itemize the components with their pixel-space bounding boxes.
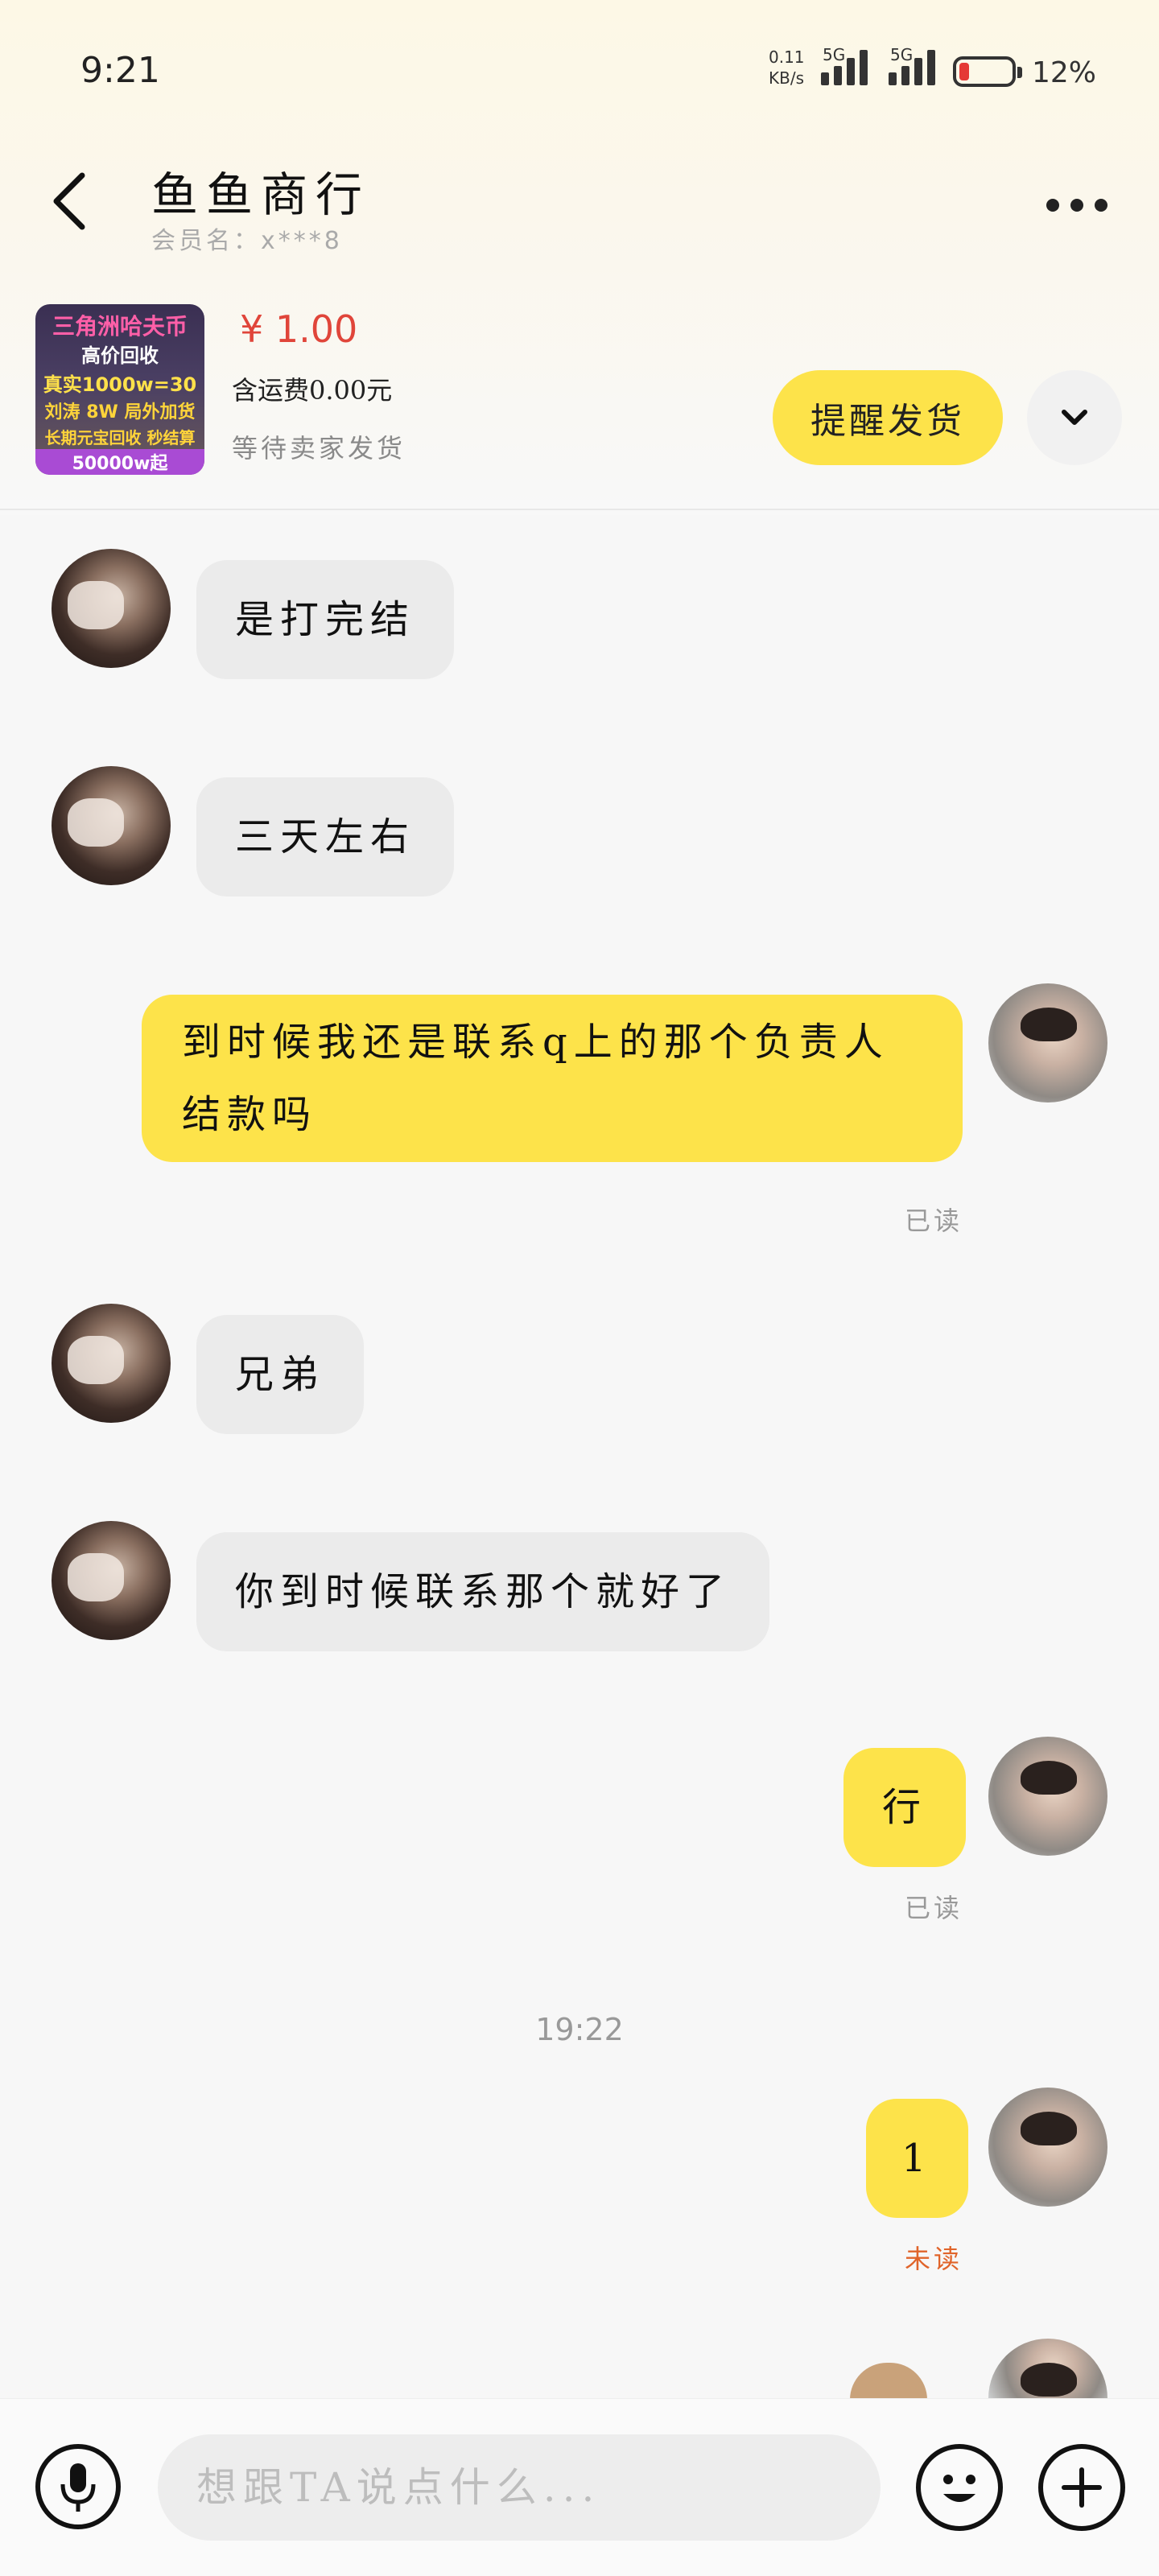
message-timestamp: 19:22 xyxy=(535,2012,624,2047)
thumb-line: 真实1000w=30 xyxy=(43,373,197,396)
my-avatar[interactable] xyxy=(988,2088,1107,2207)
signal-icon-2: 5G xyxy=(889,45,935,85)
plus-icon xyxy=(1062,2467,1102,2508)
voice-input-button[interactable] xyxy=(35,2444,121,2529)
message-bubble-outgoing[interactable]: 到时候我还是联系q上的那个负责人结款吗 xyxy=(142,995,963,1162)
chat-header: 鱼鱼商行 会员名：x***8 xyxy=(0,137,1159,255)
message-bubble-incoming[interactable]: 是打完结 xyxy=(196,560,455,679)
thumb-line: 三角洲哈夫币 xyxy=(52,313,188,340)
divider xyxy=(0,509,1159,510)
smiley-icon xyxy=(943,2475,975,2502)
monkey-sticker[interactable] xyxy=(850,2363,927,2400)
status-bar: 9:21 0.11 KB/s 5G 5G 12% xyxy=(0,0,1159,137)
message-bubble-outgoing[interactable]: 1 xyxy=(866,2099,968,2218)
order-price: ¥ 1.00 xyxy=(240,307,358,351)
more-options-icon[interactable] xyxy=(1046,193,1111,217)
network-speed-unit: KB/s xyxy=(769,68,804,88)
status-time: 9:21 xyxy=(80,50,160,91)
seller-avatar[interactable] xyxy=(52,1304,171,1423)
message-composer xyxy=(0,2398,1159,2576)
seller-avatar[interactable] xyxy=(52,1521,171,1640)
network-speed-value: 0.11 xyxy=(769,47,805,67)
my-avatar[interactable] xyxy=(988,983,1107,1103)
order-card[interactable]: 三角洲哈夫币 高价回收 真实1000w=30 刘涛 8W 局外加货 长期元宝回收… xyxy=(0,290,1159,507)
unread-receipt: 未读 xyxy=(905,2244,963,2274)
message-bubble-incoming[interactable]: 三天左右 xyxy=(196,777,455,896)
read-receipt: 已读 xyxy=(905,1206,963,1236)
member-name: 会员名：x***8 xyxy=(151,227,343,255)
product-thumbnail[interactable]: 三角洲哈夫币 高价回收 真实1000w=30 刘涛 8W 局外加货 长期元宝回收… xyxy=(35,304,204,475)
my-avatar[interactable] xyxy=(988,1737,1107,1856)
expand-order-button[interactable] xyxy=(1027,370,1122,465)
message-bubble-incoming[interactable]: 兄弟 xyxy=(196,1315,365,1434)
emoji-button[interactable] xyxy=(916,2444,1003,2531)
my-avatar[interactable] xyxy=(988,2339,1107,2400)
thumb-line: 50000w起 xyxy=(35,449,204,475)
battery-icon xyxy=(953,56,1022,87)
chevron-down-icon xyxy=(1062,410,1087,425)
signal-5g-label: 5G xyxy=(823,45,846,64)
seller-avatar[interactable] xyxy=(52,549,171,668)
message-input[interactable] xyxy=(158,2434,881,2541)
network-speed: 0.11 KB/s xyxy=(769,47,805,89)
more-actions-button[interactable] xyxy=(1038,2444,1125,2531)
thumb-line: 刘涛 8W 局外加货 xyxy=(44,402,196,422)
signal-5g-label-2: 5G xyxy=(890,45,914,64)
thumb-line: 长期元宝回收 秒结算 xyxy=(44,428,196,447)
signal-icon: 5G xyxy=(821,45,868,85)
thumb-line: 高价回收 xyxy=(81,344,159,367)
read-receipt: 已读 xyxy=(905,1893,963,1923)
shipping-fee: 含运费0.00元 xyxy=(232,375,393,406)
order-status: 等待卖家发货 xyxy=(232,433,406,464)
microphone-icon xyxy=(60,2463,96,2512)
seller-avatar[interactable] xyxy=(52,766,171,885)
message-bubble-incoming[interactable]: 你到时候联系那个就好了 xyxy=(196,1532,770,1651)
back-arrow-icon[interactable] xyxy=(48,169,97,233)
message-bubble-outgoing[interactable]: 行 xyxy=(843,1748,967,1867)
remind-ship-button[interactable]: 提醒发货 xyxy=(773,370,1003,465)
battery-percent: 12% xyxy=(1032,56,1097,89)
page-title: 鱼鱼商行 xyxy=(151,167,371,222)
